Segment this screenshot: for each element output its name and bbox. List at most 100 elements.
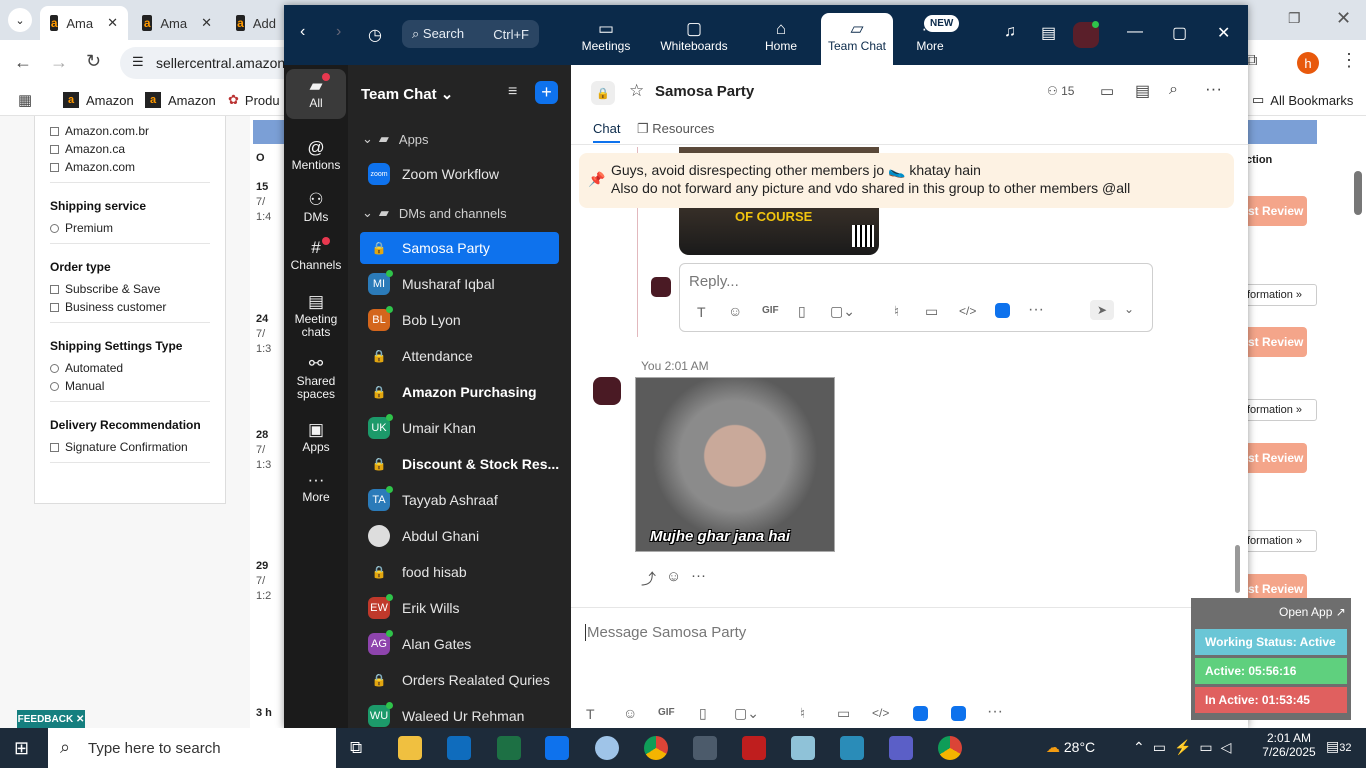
zoom-workflow-item[interactable]: zoom Zoom Workflow	[360, 158, 559, 190]
app-icon-10[interactable]	[840, 736, 864, 760]
filter-option[interactable]: Signature Confirmation	[50, 438, 210, 456]
filter-option[interactable]: Manual	[50, 377, 210, 395]
table-row[interactable]: 3 h	[256, 706, 272, 721]
reply-box[interactable]: Reply... T ☺ GIF ▯ ▢⌄ ♮ ▭ </> ··· ➤ ⌄	[679, 263, 1153, 332]
reload-icon[interactable]: ↻	[86, 51, 101, 72]
channel-item[interactable]: AG Alan Gates	[360, 628, 559, 660]
more-options-icon[interactable]: ···	[1028, 301, 1044, 319]
emoji-icon[interactable]: ☺	[623, 705, 637, 721]
notifications-bell-icon[interactable]: ♫	[1004, 23, 1016, 41]
channel-item[interactable]: MI Musharaf Iqbal	[360, 268, 559, 300]
radio-button[interactable]	[50, 363, 59, 373]
app-icon[interactable]	[995, 303, 1010, 318]
filezilla-icon[interactable]	[742, 736, 766, 760]
forward-icon[interactable]: ›	[336, 23, 341, 41]
outlook-icon[interactable]	[447, 736, 471, 760]
all-bookmarks[interactable]: ▭ All Bookmarks	[1252, 92, 1353, 108]
calendar-icon[interactable]: ▤	[1041, 23, 1056, 43]
tab-chat[interactable]: Chat	[593, 121, 621, 143]
reply-thread-icon[interactable]: ⤴	[641, 568, 656, 589]
start-windows-icon[interactable]: ⊞	[14, 738, 29, 759]
site-info-icon[interactable]: ☰	[132, 54, 144, 70]
radio-button[interactable]	[50, 223, 59, 233]
nav-home[interactable]: ⌂ Home	[743, 19, 819, 53]
teams-icon[interactable]	[889, 736, 913, 760]
filter-option[interactable]: Premium	[50, 219, 210, 237]
file-icon[interactable]: ▯	[699, 705, 707, 722]
send-icon[interactable]: ➤	[1090, 300, 1114, 320]
checkbox[interactable]	[50, 126, 59, 136]
rail-all[interactable]: ▰ All	[286, 69, 346, 119]
video-message-icon[interactable]: ▭	[925, 303, 938, 320]
nav-team-chat[interactable]: ▱ Team Chat	[821, 13, 893, 65]
rail-apps[interactable]: ▣ Apps	[286, 413, 346, 461]
channel-item[interactable]: 🔒 food hisab	[360, 556, 559, 588]
filter-option[interactable]: Business customer	[50, 298, 210, 316]
filter-option[interactable]: Subscribe & Save	[50, 280, 210, 298]
channel-item[interactable]: Abdul Ghani	[360, 520, 559, 552]
table-row[interactable]: 29 7/1:2	[256, 559, 271, 604]
calendar-icon[interactable]: ▤	[1135, 81, 1150, 101]
app-icon[interactable]	[913, 706, 928, 721]
close-tab-icon[interactable]: ✕	[201, 15, 212, 31]
calculator-icon[interactable]	[693, 736, 717, 760]
weather-widget[interactable]: ☁ 28°C	[1046, 739, 1095, 756]
request-review-button[interactable]: st Review	[1240, 196, 1307, 226]
channel-item[interactable]: TA Tayyab Ashraaf	[360, 484, 559, 516]
more-information-select[interactable]: formation »	[1240, 284, 1317, 306]
rail-mentions[interactable]: @ Mentions	[286, 131, 346, 179]
gif-icon[interactable]: GIF	[658, 707, 675, 718]
channel-item[interactable]: 🔒 Amazon Purchasing	[360, 376, 559, 408]
channel-item[interactable]: 🔒 Attendance	[360, 340, 559, 372]
tab-search-button[interactable]: ⌄	[8, 8, 32, 32]
format-text-icon[interactable]: T	[586, 706, 595, 722]
chrome-icon[interactable]	[644, 736, 668, 760]
history-icon[interactable]: ◷	[368, 25, 382, 45]
browser-tab-3[interactable]: a Add	[226, 6, 286, 40]
nav-meetings[interactable]: ▭ Meetings	[568, 19, 644, 53]
back-icon[interactable]: ←	[14, 52, 32, 73]
more-information-select[interactable]: formation »	[1240, 399, 1317, 421]
checkbox[interactable]	[50, 302, 59, 312]
radio-button[interactable]	[50, 381, 59, 391]
restore-window-icon[interactable]: ❐	[1288, 10, 1301, 27]
code-icon[interactable]: </>	[959, 304, 976, 318]
chat-scrollbar[interactable]	[1235, 545, 1240, 593]
star-icon[interactable]: ☆	[629, 81, 644, 101]
screenshot-icon[interactable]: ▢⌄	[830, 303, 855, 320]
back-icon[interactable]: ‹	[300, 23, 305, 41]
channel-item[interactable]: EW Erik Wills	[360, 592, 559, 624]
checkbox[interactable]	[50, 442, 59, 452]
new-chat-button[interactable]: +	[535, 81, 558, 104]
tab-resources[interactable]: ❐ Resources	[637, 121, 714, 137]
feedback-button[interactable]: FEEDBACK ✕	[17, 710, 85, 728]
excel-icon[interactable]	[497, 736, 521, 760]
maximize-icon[interactable]: ▢	[1172, 23, 1187, 43]
minimize-icon[interactable]: —	[1127, 23, 1143, 41]
members-count[interactable]: ⚇ 15	[1047, 84, 1074, 98]
bookmark-2[interactable]: a Amazon	[145, 92, 216, 108]
open-app-button[interactable]: Open App ↗	[1279, 605, 1346, 619]
dm-section-header[interactable]: ⌄ ▰ DMs and channels	[362, 205, 507, 221]
filter-icon[interactable]: ≡	[508, 83, 517, 101]
rail-shared-spaces[interactable]: ⚯ Shared spaces	[286, 347, 346, 401]
checkbox[interactable]	[50, 284, 59, 294]
forward-icon[interactable]: →	[50, 52, 68, 73]
notification-center-icon[interactable]: ▤32	[1326, 738, 1351, 755]
chevron-down-icon[interactable]: ⌄	[1124, 302, 1134, 316]
request-review-button[interactable]: st Review	[1240, 443, 1307, 473]
more-actions-icon[interactable]: ···	[691, 567, 706, 584]
search-icon[interactable]: ⌕	[1169, 81, 1178, 99]
filter-option[interactable]: Automated	[50, 359, 210, 377]
rail-channels[interactable]: # Channels	[286, 231, 346, 279]
checkbox[interactable]	[50, 162, 59, 172]
table-row[interactable]: 15 7/1:4	[256, 180, 271, 225]
tray-icons[interactable]: ⌃▭⚡▭◁	[1133, 739, 1239, 756]
filter-option[interactable]: Amazon.com.br	[50, 122, 210, 140]
list-title[interactable]: Team Chat ⌄	[361, 85, 453, 103]
video-call-icon[interactable]: ▭	[1100, 82, 1114, 100]
task-view-icon[interactable]: ⧉	[350, 738, 362, 758]
format-text-icon[interactable]: T	[697, 304, 706, 320]
channel-item[interactable]: BL Bob Lyon	[360, 304, 559, 336]
app-icon-9[interactable]	[791, 736, 815, 760]
